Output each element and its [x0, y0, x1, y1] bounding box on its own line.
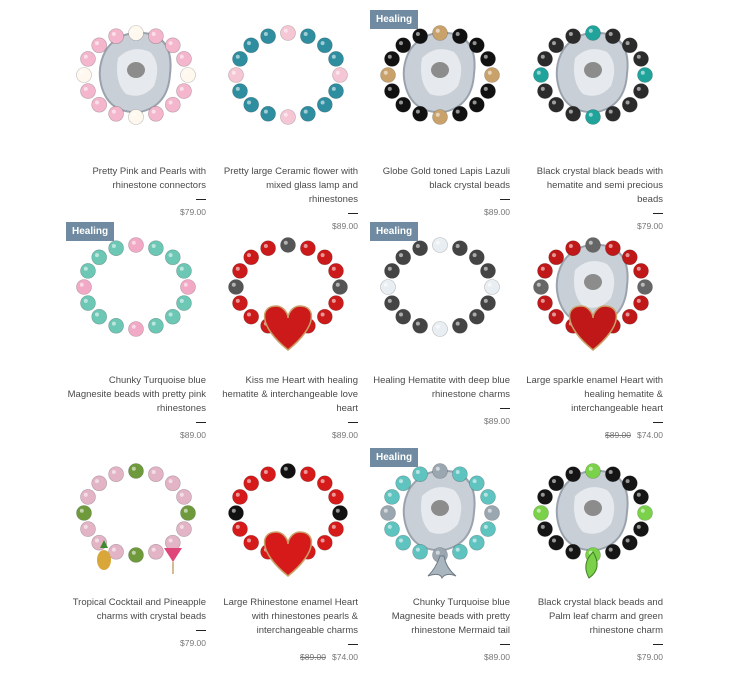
product-image[interactable] — [66, 448, 206, 583]
product-image[interactable] — [370, 448, 510, 583]
product-price: $79.00 — [66, 638, 206, 648]
product-title[interactable]: Kiss me Heart with healing hematite & in… — [218, 374, 358, 416]
product-price: $79.00 — [66, 207, 206, 217]
product-card[interactable]: Healing Chunky Turquoise blue Magnesite b… — [370, 448, 510, 662]
product-card[interactable]: Black crystal black beads with hematite … — [523, 10, 663, 231]
product-card[interactable]: Pretty large Ceramic flower with mixed g… — [218, 10, 358, 231]
healing-badge: Healing — [370, 448, 419, 467]
title-divider — [348, 422, 358, 423]
product-card[interactable]: Healing Chunky Turquoise blue Magnesite b… — [66, 222, 206, 440]
product-card[interactable]: Large sparkle enamel Heart with healing … — [523, 222, 663, 440]
sale-price: $79.00 — [180, 207, 206, 217]
title-divider — [653, 644, 663, 645]
product-image[interactable] — [523, 10, 663, 145]
title-divider — [196, 199, 206, 200]
product-image[interactable] — [523, 448, 663, 583]
product-price: $89.00 — [370, 416, 510, 426]
title-divider — [348, 213, 358, 214]
product-price: $89.00 — [370, 652, 510, 662]
title-divider — [196, 422, 206, 423]
product-image[interactable] — [370, 222, 510, 357]
product-title[interactable]: Chunky Turquoise blue Magnesite beads wi… — [66, 374, 206, 416]
original-price: $89.00 — [605, 430, 631, 440]
product-title[interactable]: Chunky Turquoise blue Magnesite beads wi… — [370, 596, 510, 638]
product-card[interactable]: Kiss me Heart with healing hematite & in… — [218, 222, 358, 440]
product-title[interactable]: Globe Gold toned Lapis Lazuli black crys… — [370, 165, 510, 193]
product-price: $89.00 — [370, 207, 510, 217]
product-title[interactable]: Pretty Pink and Pearls with rhinestone c… — [66, 165, 206, 193]
sale-price: $79.00 — [180, 638, 206, 648]
sale-price: $89.00 — [484, 652, 510, 662]
product-card[interactable]: Healing Healing Hematite with deep blue r… — [370, 222, 510, 427]
title-divider — [500, 644, 510, 645]
sale-price: $79.00 — [637, 652, 663, 662]
product-title[interactable]: Pretty large Ceramic flower with mixed g… — [218, 165, 358, 207]
title-divider — [500, 199, 510, 200]
product-title[interactable]: Healing Hematite with deep blue rhinesto… — [370, 374, 510, 402]
title-divider — [196, 630, 206, 631]
healing-badge: Healing — [370, 10, 419, 29]
product-image[interactable] — [218, 448, 358, 583]
product-card[interactable]: Black crystal black beads and Palm leaf … — [523, 448, 663, 662]
sale-price: $89.00 — [332, 430, 358, 440]
product-price: $89.00 — [218, 430, 358, 440]
product-card[interactable]: Large Rhinestone enamel Heart with rhine… — [218, 448, 358, 662]
sale-price: $89.00 — [180, 430, 206, 440]
healing-badge: Healing — [370, 222, 419, 241]
product-image[interactable] — [370, 10, 510, 145]
product-price: $79.00 — [523, 652, 663, 662]
product-title[interactable]: Large Rhinestone enamel Heart with rhine… — [218, 596, 358, 638]
product-image[interactable] — [523, 222, 663, 357]
product-title[interactable]: Black crystal black beads and Palm leaf … — [523, 596, 663, 638]
sale-price: $74.00 — [637, 430, 663, 440]
product-title[interactable]: Black crystal black beads with hematite … — [523, 165, 663, 207]
product-price: $89.00 $74.00 — [218, 652, 358, 662]
sale-price: $89.00 — [484, 416, 510, 426]
title-divider — [653, 422, 663, 423]
product-image[interactable] — [218, 10, 358, 145]
product-card[interactable]: Tropical Cocktail and Pineapple charms w… — [66, 448, 206, 653]
product-image[interactable] — [218, 222, 358, 357]
product-card[interactable]: Healing Globe Gold toned Lapis Lazuli bla… — [370, 10, 510, 217]
product-price: $89.00 $74.00 — [523, 430, 663, 440]
title-divider — [348, 644, 358, 645]
product-image[interactable] — [66, 222, 206, 357]
product-title[interactable]: Large sparkle enamel Heart with healing … — [523, 374, 663, 416]
original-price: $89.00 — [300, 652, 326, 662]
title-divider — [500, 408, 510, 409]
sale-price: $89.00 — [484, 207, 510, 217]
sale-price: $74.00 — [332, 652, 358, 662]
product-title[interactable]: Tropical Cocktail and Pineapple charms w… — [66, 596, 206, 624]
title-divider — [653, 213, 663, 214]
healing-badge: Healing — [66, 222, 115, 241]
product-price: $89.00 — [66, 430, 206, 440]
product-image[interactable] — [66, 10, 206, 145]
product-card[interactable]: Pretty Pink and Pearls with rhinestone c… — [66, 10, 206, 217]
